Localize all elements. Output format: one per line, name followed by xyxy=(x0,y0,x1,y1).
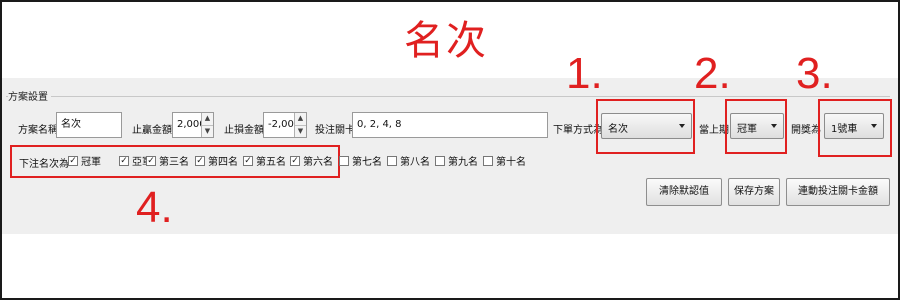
highlight-box-3 xyxy=(818,99,892,157)
bet-card-input[interactable]: 0, 2, 4, 8 xyxy=(352,112,548,138)
page-title: 名次 xyxy=(404,18,488,64)
rank-checkbox-item[interactable]: 第八名 xyxy=(387,153,430,168)
spin-up-icon[interactable]: ▲ xyxy=(295,113,306,125)
stop-win-label: 止贏金額 xyxy=(132,125,172,136)
rank-checkbox-item[interactable]: ✓ 第六名 xyxy=(290,153,333,168)
plan-name-input[interactable]: 名次 xyxy=(56,112,122,138)
checkbox-empty-icon[interactable] xyxy=(483,155,493,166)
checkbox-checked-icon[interactable]: ✓ xyxy=(290,155,300,166)
checkbox-checked-icon[interactable]: ✓ xyxy=(243,155,253,166)
stop-win-stepper[interactable]: 2,000 ▲ ▼ xyxy=(172,112,214,138)
rank-checkbox-label: 第十名 xyxy=(496,157,526,168)
rank-checkbox-item[interactable]: ✓ 第四名 xyxy=(195,153,238,168)
stop-loss-label: 止損金額 xyxy=(224,125,264,136)
rank-checkbox-item[interactable]: 第十名 xyxy=(483,153,526,168)
bet-card-label: 投注關卡 xyxy=(315,125,355,136)
stop-loss-spin-buttons[interactable]: ▲ ▼ xyxy=(294,113,306,137)
rank-checkbox-item[interactable]: 第九名 xyxy=(435,153,478,168)
plan-name-label: 方案名稱 xyxy=(18,125,58,136)
spin-down-icon[interactable]: ▼ xyxy=(295,125,306,137)
annotation-2: 2. xyxy=(694,49,731,98)
rank-checkbox-item[interactable]: ✓ 冠軍 xyxy=(68,153,101,168)
annotation-4: 4. xyxy=(136,183,173,232)
stop-win-spin-buttons[interactable]: ▲ ▼ xyxy=(201,113,213,137)
rank-checkbox-item[interactable]: 第七名 xyxy=(339,153,382,168)
annotation-1: 1. xyxy=(566,49,603,98)
rank-checkbox-label: 第三名 xyxy=(159,157,189,168)
highlight-box-2 xyxy=(725,99,787,154)
rank-checkbox-label: 冠軍 xyxy=(81,157,101,168)
rank-checkbox-label: 第四名 xyxy=(208,157,238,168)
checkbox-checked-icon[interactable]: ✓ xyxy=(195,155,205,166)
bet-rank-label: 下注名次為 xyxy=(19,159,69,170)
rank-checkbox-label: 第七名 xyxy=(352,157,382,168)
rank-checkbox-label: 第六名 xyxy=(303,157,333,168)
checkbox-empty-icon[interactable] xyxy=(435,155,445,166)
annotation-3: 3. xyxy=(796,49,833,98)
save-plan-button[interactable]: 保存方案 xyxy=(728,178,780,206)
rank-checkbox-label: 第五名 xyxy=(256,157,286,168)
rank-checkbox-item[interactable]: ✓ 第三名 xyxy=(146,153,189,168)
checkbox-empty-icon[interactable] xyxy=(339,155,349,166)
group-title: 方案設置 xyxy=(8,88,51,103)
highlight-box-1 xyxy=(596,99,695,154)
rank-checkbox-label: 第九名 xyxy=(448,157,478,168)
stop-loss-stepper[interactable]: -2,000 ▲ ▼ xyxy=(263,112,307,138)
rank-checkbox-item[interactable]: ✓ 第五名 xyxy=(243,153,286,168)
rank-checkbox-label: 第八名 xyxy=(400,157,430,168)
checkbox-checked-icon[interactable]: ✓ xyxy=(68,155,78,166)
checkbox-checked-icon[interactable]: ✓ xyxy=(119,155,129,166)
spin-down-icon[interactable]: ▼ xyxy=(202,125,213,137)
group-divider xyxy=(6,96,890,97)
spin-up-icon[interactable]: ▲ xyxy=(202,113,213,125)
link-bet-amount-button[interactable]: 連動投注關卡金額 xyxy=(786,178,890,206)
checkbox-empty-icon[interactable] xyxy=(387,155,397,166)
clear-defaults-button[interactable]: 清除默認值 xyxy=(646,178,722,206)
draw-label: 開獎為 xyxy=(791,125,821,136)
checkbox-checked-icon[interactable]: ✓ xyxy=(146,155,156,166)
